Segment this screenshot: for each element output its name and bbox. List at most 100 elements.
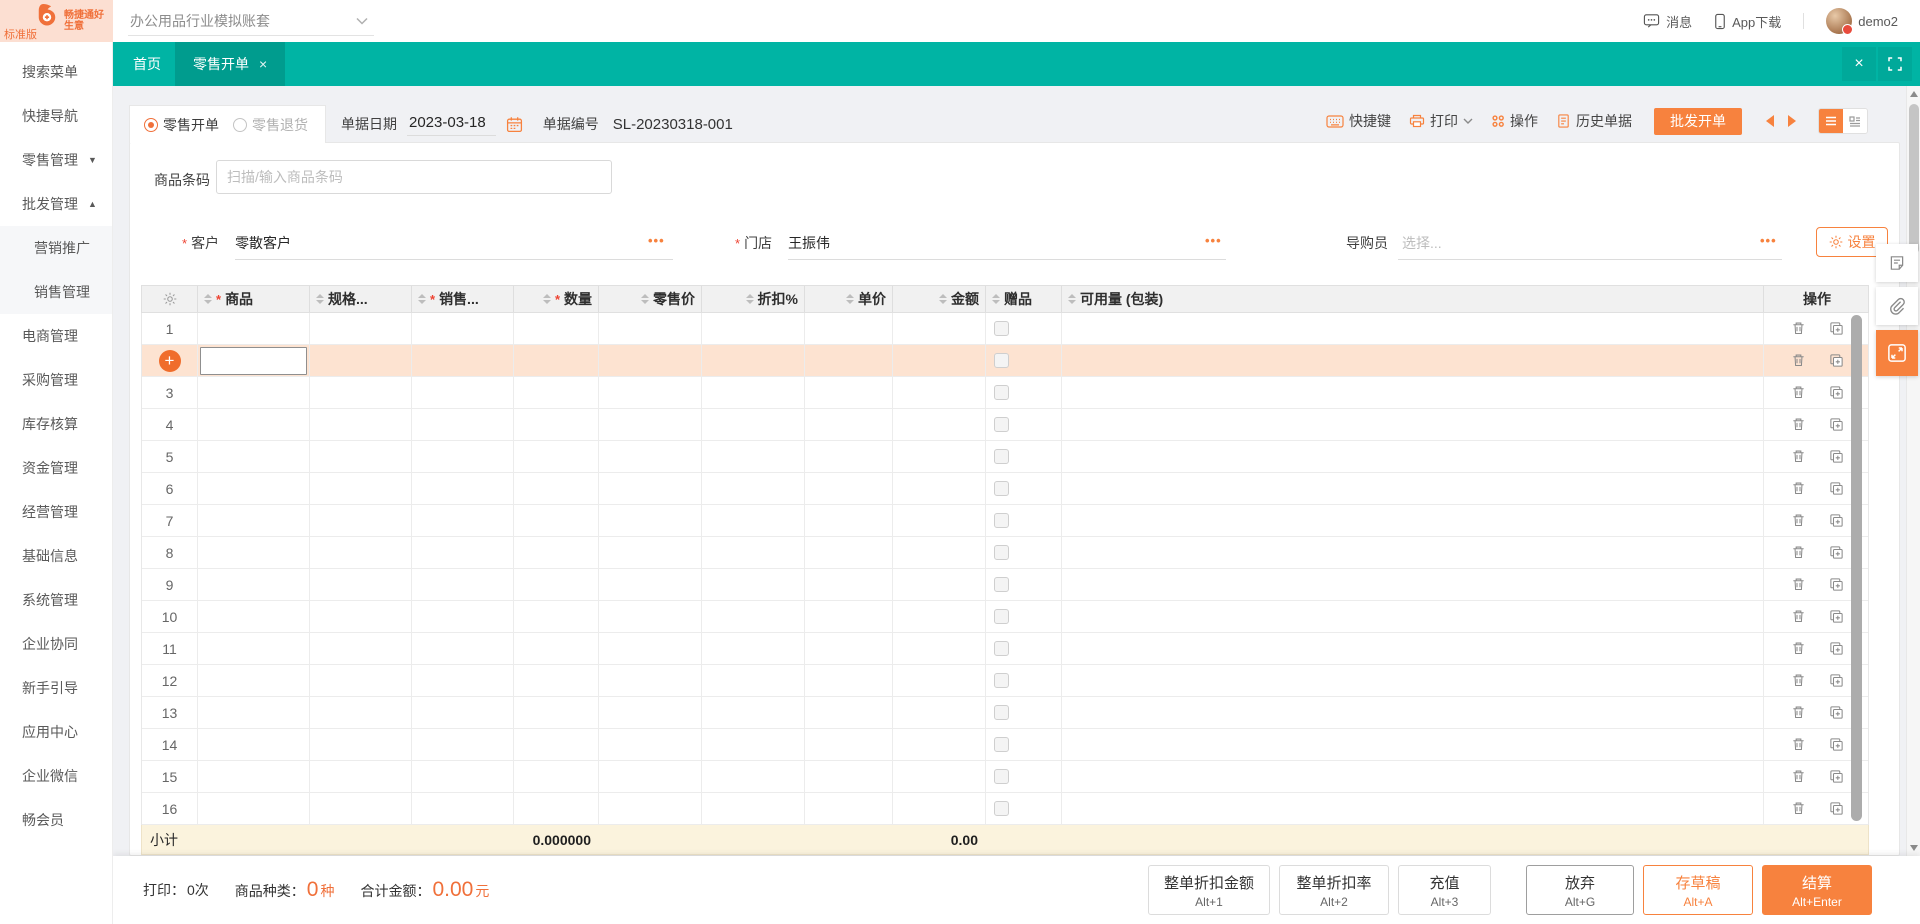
gift-checkbox[interactable] bbox=[994, 321, 1009, 336]
copy-row-button[interactable] bbox=[1827, 416, 1845, 434]
row-data-cell[interactable] bbox=[893, 505, 986, 536]
footer-button-整单折扣率[interactable]: 整单折扣率 Alt+2 bbox=[1279, 865, 1389, 915]
row-data-cell[interactable] bbox=[702, 505, 805, 536]
row-data-cell[interactable] bbox=[514, 633, 599, 664]
gift-checkbox[interactable] bbox=[994, 577, 1009, 592]
row-data-cell[interactable] bbox=[310, 441, 412, 472]
row-data-cell[interactable] bbox=[702, 601, 805, 632]
wholesale-billing-button[interactable]: 批发开单 bbox=[1654, 107, 1742, 135]
row-data-cell[interactable] bbox=[514, 473, 599, 504]
gift-checkbox[interactable] bbox=[994, 353, 1009, 368]
row-data-cell[interactable] bbox=[198, 345, 310, 376]
row-data-cell[interactable] bbox=[514, 665, 599, 696]
row-data-cell[interactable] bbox=[198, 441, 310, 472]
row-data-cell[interactable] bbox=[805, 377, 893, 408]
row-data-cell[interactable] bbox=[412, 697, 514, 728]
history-bills-button[interactable]: 历史单据 bbox=[1556, 111, 1632, 131]
footer-button-结算[interactable]: 结算 Alt+Enter bbox=[1762, 865, 1872, 915]
row-data-cell[interactable] bbox=[412, 633, 514, 664]
row-data-cell[interactable] bbox=[310, 697, 412, 728]
row-data-cell[interactable] bbox=[805, 697, 893, 728]
print-button[interactable]: 打印 bbox=[1409, 111, 1473, 131]
delete-row-button[interactable] bbox=[1789, 736, 1807, 754]
row-data-cell[interactable] bbox=[310, 377, 412, 408]
footer-button-存草稿[interactable]: 存草稿 Alt+A bbox=[1643, 865, 1753, 915]
row-data-cell[interactable] bbox=[599, 761, 702, 792]
delete-row-button[interactable] bbox=[1789, 352, 1807, 370]
row-data-cell[interactable] bbox=[893, 761, 986, 792]
row-data-cell[interactable] bbox=[599, 569, 702, 600]
gift-checkbox[interactable] bbox=[994, 385, 1009, 400]
row-data-cell[interactable] bbox=[986, 601, 1062, 632]
column-header-单价[interactable]: 单价 bbox=[805, 286, 893, 312]
row-data-cell[interactable] bbox=[805, 601, 893, 632]
row-data-cell[interactable] bbox=[310, 665, 412, 696]
copy-row-button[interactable] bbox=[1827, 608, 1845, 626]
scroll-thumb[interactable] bbox=[1909, 104, 1919, 254]
row-data-cell[interactable] bbox=[1062, 473, 1764, 504]
row-data-cell[interactable] bbox=[805, 761, 893, 792]
column-header-可用量 (包装)[interactable]: 可用量 (包装) bbox=[1062, 286, 1764, 312]
copy-row-button[interactable] bbox=[1827, 384, 1845, 402]
sidebar-item-库存核算[interactable]: 库存核算 bbox=[0, 402, 112, 446]
operations-button[interactable]: 操作 bbox=[1491, 111, 1538, 131]
row-data-cell[interactable] bbox=[599, 601, 702, 632]
copy-row-button[interactable] bbox=[1827, 352, 1845, 370]
row-data-cell[interactable] bbox=[1062, 633, 1764, 664]
sidebar-item-批发管理[interactable]: 批发管理 ▲ bbox=[0, 182, 112, 226]
delete-row-button[interactable] bbox=[1789, 768, 1807, 786]
row-data-cell[interactable] bbox=[986, 377, 1062, 408]
row-data-cell[interactable] bbox=[412, 761, 514, 792]
bill-date-value[interactable]: 2023-03-18 bbox=[407, 112, 496, 136]
row-data-cell[interactable] bbox=[702, 377, 805, 408]
sidebar-item-资金管理[interactable]: 资金管理 bbox=[0, 446, 112, 490]
column-header-零售价[interactable]: 零售价 bbox=[599, 286, 702, 312]
delete-row-button[interactable] bbox=[1789, 704, 1807, 722]
delete-row-button[interactable] bbox=[1789, 640, 1807, 658]
guide-field[interactable]: 导购员 选择... bbox=[1346, 233, 1442, 253]
copy-row-button[interactable] bbox=[1827, 480, 1845, 498]
customer-picker-dots[interactable]: ••• bbox=[648, 233, 665, 248]
row-data-cell[interactable] bbox=[986, 505, 1062, 536]
row-data-cell[interactable] bbox=[310, 729, 412, 760]
sidebar-item-企业协同[interactable]: 企业协同 bbox=[0, 622, 112, 666]
row-data-cell[interactable] bbox=[514, 505, 599, 536]
copy-row-button[interactable] bbox=[1827, 672, 1845, 690]
row-data-cell[interactable] bbox=[702, 729, 805, 760]
messages-button[interactable]: 消息 bbox=[1643, 12, 1692, 31]
row-data-cell[interactable] bbox=[986, 345, 1062, 376]
copy-row-button[interactable] bbox=[1827, 512, 1845, 530]
row-data-cell[interactable] bbox=[599, 441, 702, 472]
copy-row-button[interactable] bbox=[1827, 576, 1845, 594]
row-data-cell[interactable] bbox=[198, 537, 310, 568]
copy-row-button[interactable] bbox=[1827, 320, 1845, 338]
copy-row-button[interactable] bbox=[1827, 704, 1845, 722]
sort-icon[interactable] bbox=[846, 294, 854, 304]
row-data-cell[interactable] bbox=[514, 409, 599, 440]
row-data-cell[interactable] bbox=[702, 697, 805, 728]
row-data-cell[interactable] bbox=[893, 633, 986, 664]
row-data-cell[interactable] bbox=[412, 537, 514, 568]
row-data-cell[interactable] bbox=[514, 697, 599, 728]
delete-row-button[interactable] bbox=[1789, 320, 1807, 338]
row-data-cell[interactable] bbox=[198, 697, 310, 728]
row-data-cell[interactable] bbox=[986, 665, 1062, 696]
sidebar-item-企业微信[interactable]: 企业微信 bbox=[0, 754, 112, 798]
row-data-cell[interactable] bbox=[986, 409, 1062, 440]
row-data-cell[interactable] bbox=[514, 313, 599, 344]
draft-button[interactable] bbox=[1876, 244, 1918, 282]
row-data-cell[interactable] bbox=[310, 345, 412, 376]
column-header-操作[interactable]: 操作 bbox=[1764, 286, 1870, 312]
row-data-cell[interactable] bbox=[805, 665, 893, 696]
row-data-cell[interactable] bbox=[310, 793, 412, 824]
column-header-规格...[interactable]: 规格... bbox=[310, 286, 412, 312]
column-header-销售...[interactable]: * 销售... bbox=[412, 286, 514, 312]
row-data-cell[interactable] bbox=[514, 345, 599, 376]
store-picker-dots[interactable]: ••• bbox=[1205, 233, 1222, 248]
row-data-cell[interactable] bbox=[514, 441, 599, 472]
calendar-icon[interactable] bbox=[506, 116, 523, 133]
row-data-cell[interactable] bbox=[893, 665, 986, 696]
row-data-cell[interactable] bbox=[412, 313, 514, 344]
row-data-cell[interactable] bbox=[805, 409, 893, 440]
row-data-cell[interactable] bbox=[702, 409, 805, 440]
